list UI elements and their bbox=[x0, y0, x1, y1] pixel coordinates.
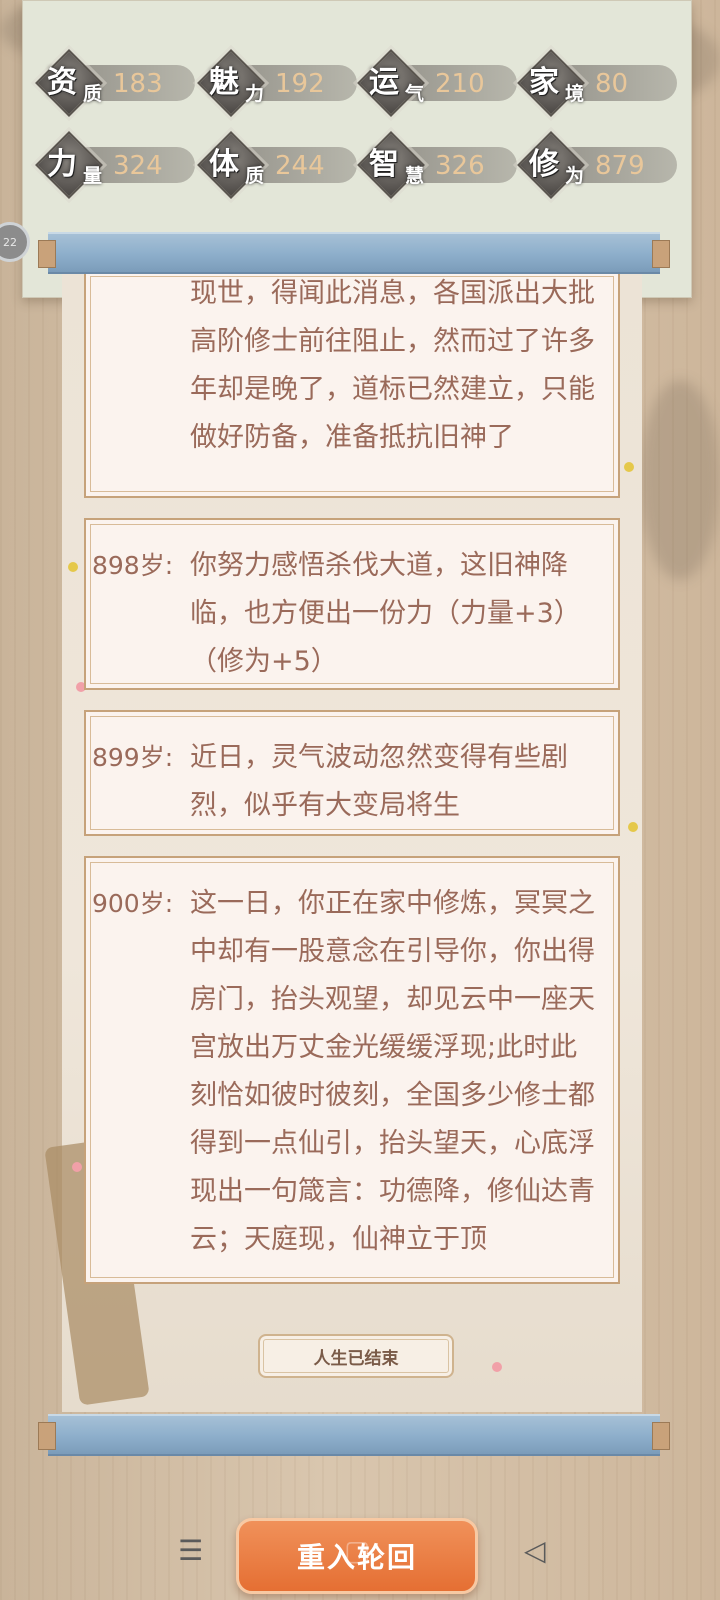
stat-value: 326 bbox=[435, 151, 485, 181]
stat-jiajing: 家 境 80 bbox=[517, 49, 683, 117]
log-age: 899岁: bbox=[92, 743, 174, 772]
flower-decoration bbox=[628, 822, 638, 832]
stat-zizhi: 资 质 183 bbox=[35, 49, 201, 117]
stat-label-main: 修 bbox=[529, 147, 559, 182]
stat-label-main: 运 bbox=[369, 65, 399, 100]
stat-label-sub: 为 bbox=[565, 165, 585, 187]
flower-decoration bbox=[72, 1162, 82, 1172]
scroll-top-rod bbox=[38, 232, 670, 274]
log-age: 898岁: bbox=[92, 551, 174, 580]
stat-label-sub: 气 bbox=[405, 83, 425, 105]
stat-liliang: 力 量 324 bbox=[35, 131, 201, 199]
flower-decoration bbox=[492, 1362, 502, 1372]
stat-label-main: 力 bbox=[47, 147, 77, 182]
stat-label-main: 智 bbox=[369, 147, 399, 182]
stat-label-sub: 量 bbox=[83, 165, 103, 187]
life-ended-badge: 人生已结束 bbox=[258, 1334, 454, 1378]
stat-label-sub: 慧 bbox=[405, 165, 425, 187]
stat-label-main: 资 bbox=[47, 65, 77, 100]
stat-zhihui: 智 慧 326 bbox=[357, 131, 523, 199]
back-icon[interactable]: ◁ bbox=[524, 1534, 546, 1567]
stat-value: 244 bbox=[275, 151, 325, 181]
log-text: 这一日，你正在家中修炼，冥冥之中却有一股意念在引导你，你出得房门，抬头观望，却见… bbox=[190, 888, 595, 1255]
stat-label-sub: 境 bbox=[565, 83, 585, 105]
stat-meili: 魅 力 192 bbox=[197, 49, 363, 117]
log-entry: 899岁: 近日，灵气波动忽然变得有些剧烈，似乎有大变局将生 bbox=[84, 710, 620, 836]
stat-value: 192 bbox=[275, 69, 325, 99]
log-age: 900岁: bbox=[92, 889, 174, 918]
leaf-shadow bbox=[640, 380, 720, 580]
log-entry: 898岁: 你努力感悟杀伐大道，这旧神降临，也方便出一份力（力量+3）（修为+5… bbox=[84, 518, 620, 690]
stat-label-sub: 质 bbox=[83, 83, 103, 105]
log-text: 现世，得闻此消息，各国派出大批高阶修士前往阻止，然而过了许多年却是晚了，道标已然… bbox=[190, 278, 595, 453]
stat-label-sub: 力 bbox=[245, 83, 265, 105]
menu-icon[interactable]: ☰ bbox=[178, 1534, 203, 1567]
flower-decoration bbox=[68, 562, 78, 572]
stat-label-main: 魅 bbox=[209, 65, 239, 100]
log-text: 你努力感悟杀伐大道，这旧神降临，也方便出一份力（力量+3）（修为+5） bbox=[190, 550, 581, 677]
scroll-bottom-rod bbox=[38, 1414, 670, 1456]
log-text: 近日，灵气波动忽然变得有些剧烈，似乎有大变局将生 bbox=[190, 742, 568, 821]
stat-tizhi: 体 质 244 bbox=[197, 131, 363, 199]
log-entry: 900岁: 这一日，你正在家中修炼，冥冥之中却有一股意念在引导你，你出得房门，抬… bbox=[84, 856, 620, 1284]
home-icon[interactable]: ▢ bbox=[344, 1534, 370, 1567]
flower-decoration bbox=[624, 462, 634, 472]
stat-value: 879 bbox=[595, 151, 645, 181]
stat-label-main: 体 bbox=[209, 147, 239, 182]
stat-value: 324 bbox=[113, 151, 163, 181]
stat-value: 80 bbox=[595, 69, 629, 99]
stat-yunqi: 运 气 210 bbox=[357, 49, 523, 117]
log-entry: 现世，得闻此消息，各国派出大批高阶修士前往阻止，然而过了许多年却是晚了，道标已然… bbox=[84, 270, 620, 498]
stat-xiuwei: 修 为 879 bbox=[517, 131, 683, 199]
stat-value: 183 bbox=[113, 69, 163, 99]
stat-value: 210 bbox=[435, 69, 485, 99]
stat-label-sub: 质 bbox=[245, 165, 265, 187]
stat-label-main: 家 bbox=[529, 65, 559, 100]
